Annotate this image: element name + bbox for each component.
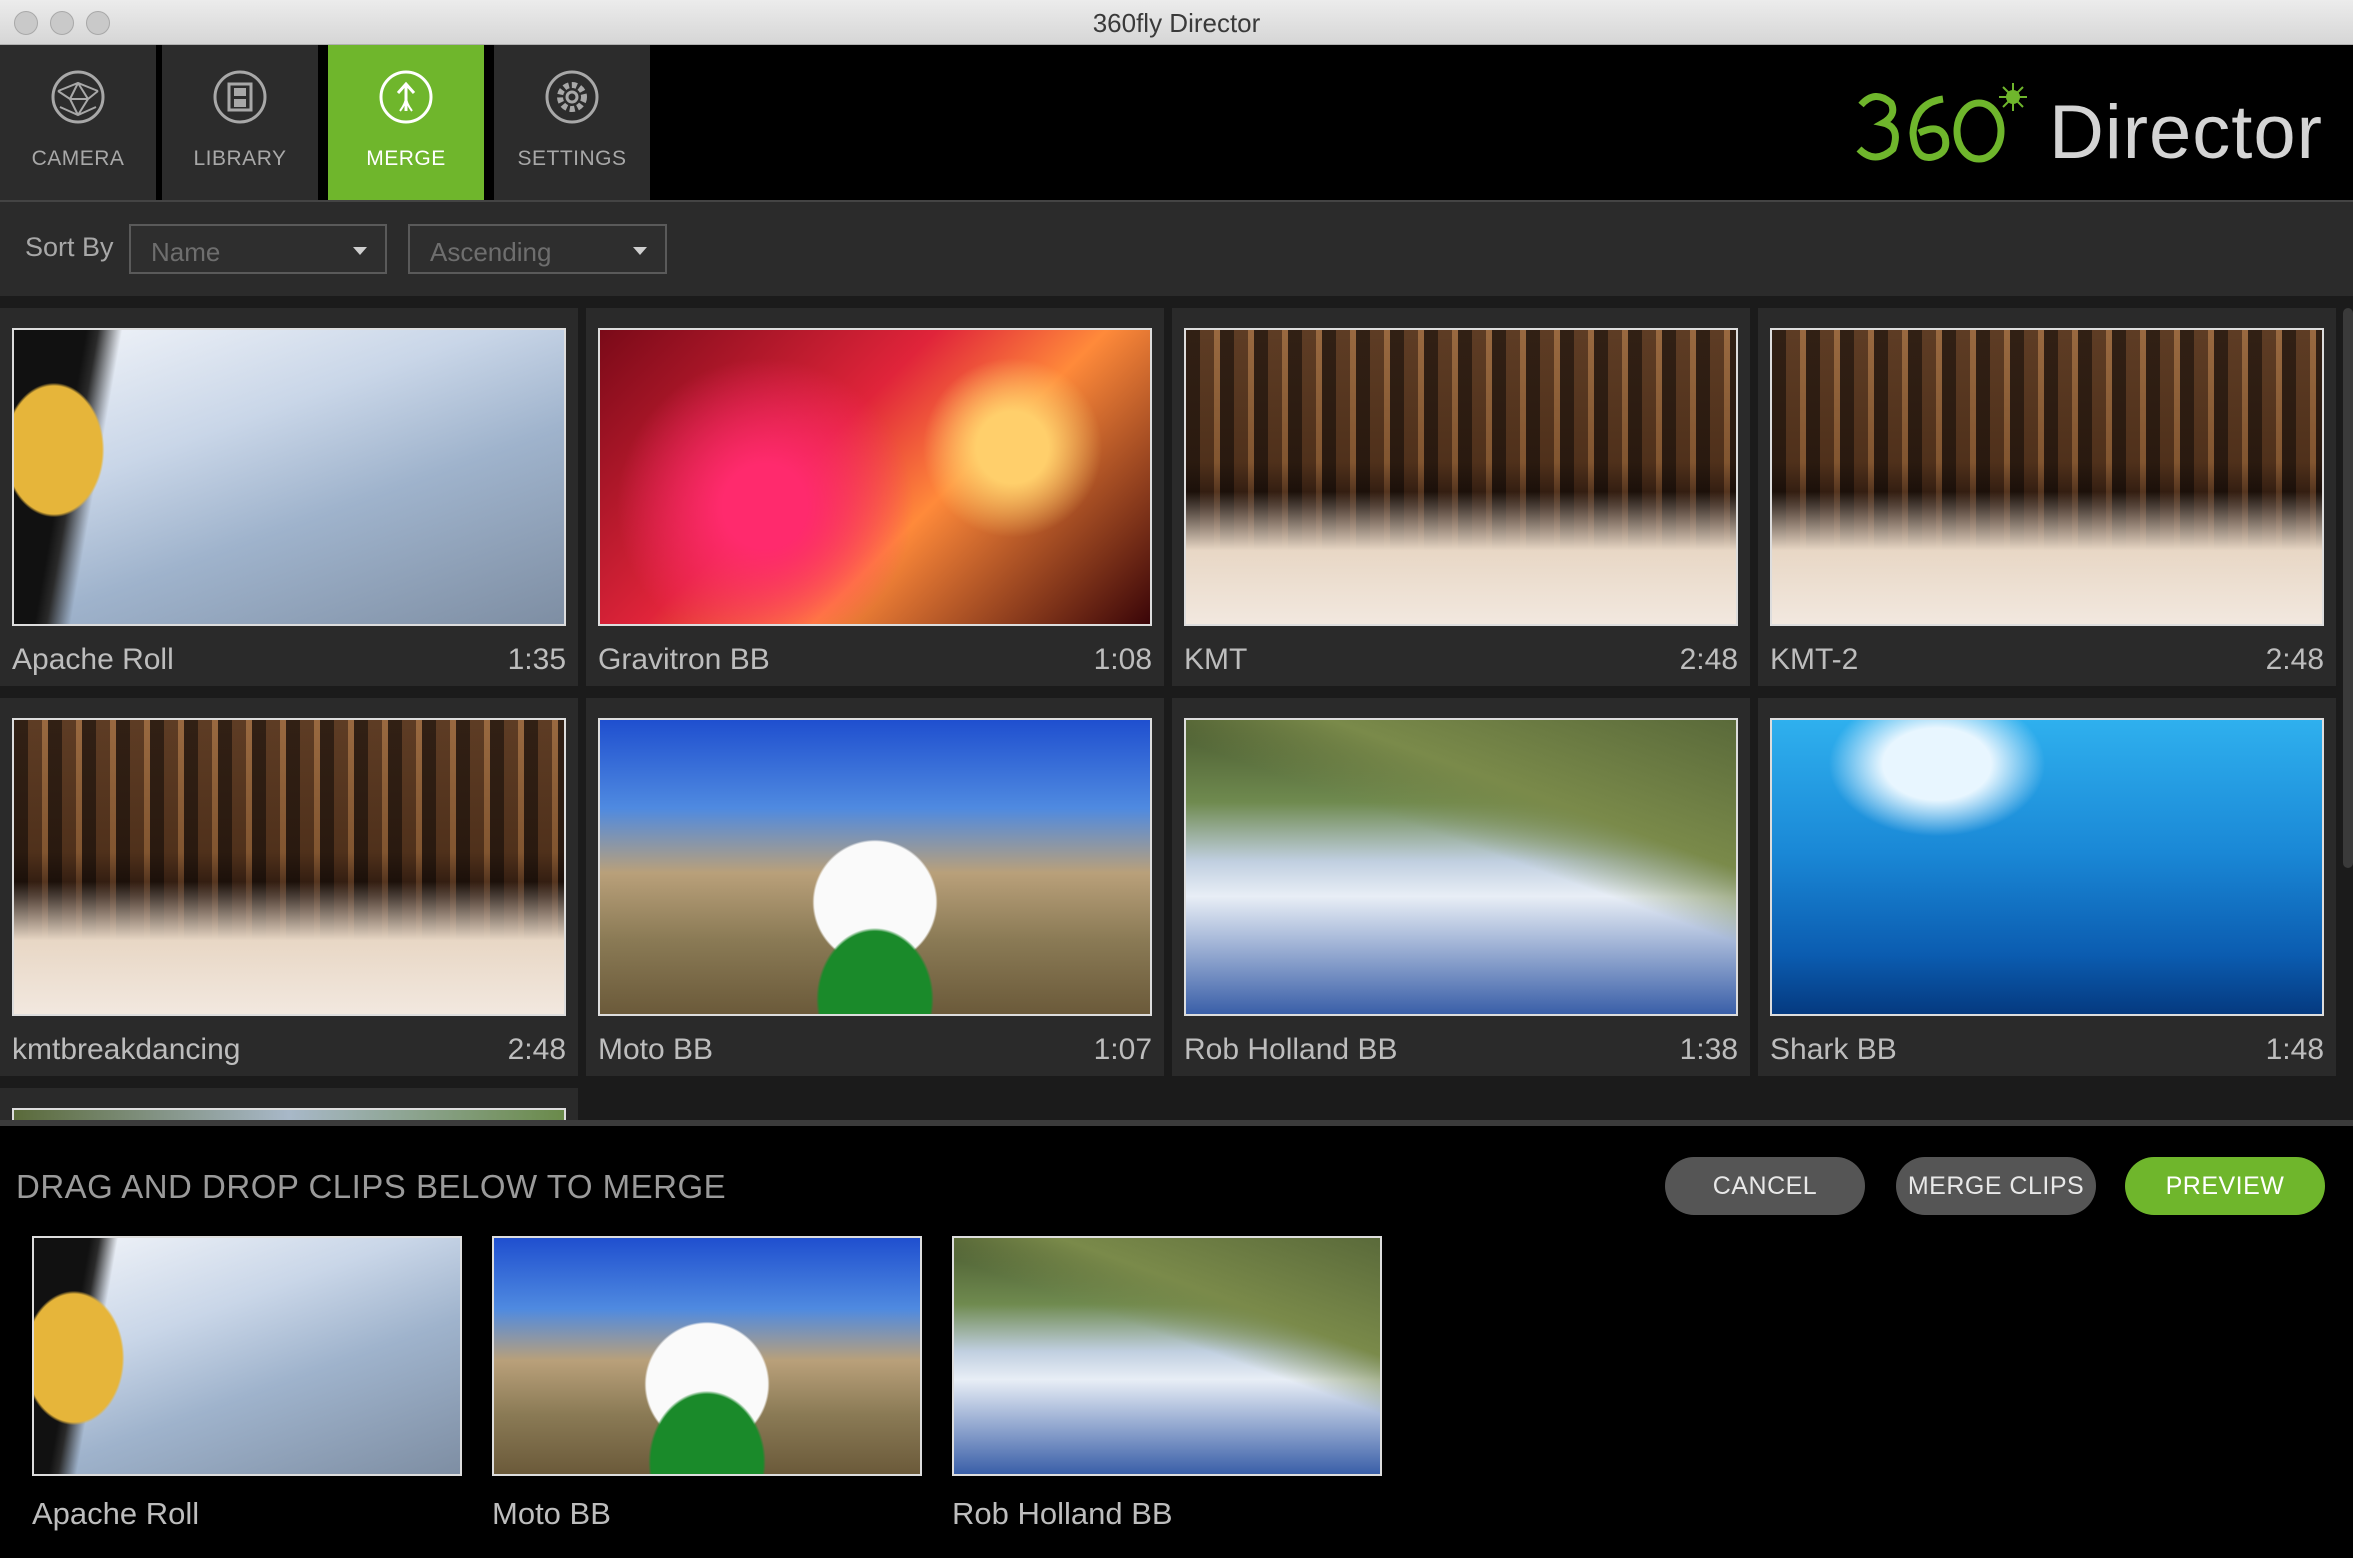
app-logo: Director xyxy=(1853,73,2323,183)
clip-card-partial[interactable] xyxy=(0,1088,578,1120)
gear-icon xyxy=(542,67,602,127)
merge-clip-thumbnail xyxy=(32,1236,462,1476)
library-scrollbar[interactable] xyxy=(2343,308,2353,868)
tab-settings[interactable]: SETTINGS xyxy=(494,45,650,200)
cancel-button[interactable]: CANCEL xyxy=(1665,1157,1865,1215)
logo-wordmark: Director xyxy=(2048,90,2323,175)
clip-name: kmtbreakdancing xyxy=(12,1033,241,1066)
clip-card[interactable]: kmtbreakdancing 2:48 xyxy=(0,698,578,1076)
clip-thumbnail xyxy=(1770,328,2324,626)
clip-name: KMT-2 xyxy=(1770,643,1859,676)
preview-button[interactable]: PREVIEW xyxy=(2125,1157,2325,1215)
clip-name: Gravitron BB xyxy=(598,643,770,676)
clip-thumbnail xyxy=(1184,718,1738,1016)
clip-thumbnail xyxy=(1184,328,1738,626)
clip-name: Moto BB xyxy=(598,1033,714,1066)
merge-clip[interactable]: Rob Holland BB xyxy=(952,1236,1382,1532)
clip-duration: 1:08 xyxy=(1093,643,1152,676)
merge-panel: DRAG AND DROP CLIPS BELOW TO MERGE CANCE… xyxy=(0,1120,2353,1558)
merge-arrow-icon xyxy=(376,67,436,127)
clip-thumbnail xyxy=(12,1108,566,1120)
tab-settings-label: SETTINGS xyxy=(517,147,627,170)
merge-clip-thumbnail xyxy=(492,1236,922,1476)
clip-name: KMT xyxy=(1184,643,1248,676)
clip-name: Shark BB xyxy=(1770,1033,1897,1066)
chevron-down-icon xyxy=(633,247,647,255)
clip-duration: 2:48 xyxy=(507,1033,566,1066)
merge-clip[interactable]: Moto BB xyxy=(492,1236,922,1532)
top-nav: CAMERA LIBRARY MERGE SETTINGS Director xyxy=(0,45,2353,200)
clip-duration: 1:07 xyxy=(1093,1033,1152,1066)
camera-globe-icon xyxy=(48,67,108,127)
tab-merge[interactable]: MERGE xyxy=(328,45,484,200)
window-title: 360fly Director xyxy=(1092,8,1261,38)
chevron-down-icon xyxy=(353,247,367,255)
sort-bar: Sort By Name Ascending xyxy=(0,200,2353,296)
merge-clip-name: Apache Roll xyxy=(32,1496,200,1531)
clip-duration: 2:48 xyxy=(1679,643,1738,676)
tab-camera-label: CAMERA xyxy=(31,147,125,170)
merge-clip-thumbnail xyxy=(952,1236,1382,1476)
tab-merge-label: MERGE xyxy=(366,147,446,170)
tab-library-label: LIBRARY xyxy=(193,147,287,170)
merge-heading: DRAG AND DROP CLIPS BELOW TO MERGE xyxy=(16,1168,727,1205)
sort-field-dropdown[interactable]: Name xyxy=(129,224,387,274)
clip-duration: 1:38 xyxy=(1679,1033,1738,1066)
360-logo-mark xyxy=(1856,83,2027,163)
tab-library[interactable]: LIBRARY xyxy=(162,45,318,200)
clip-name: Rob Holland BB xyxy=(1184,1033,1398,1066)
clip-duration: 1:35 xyxy=(507,643,566,676)
clip-thumbnail xyxy=(12,718,566,1016)
clip-duration: 2:48 xyxy=(2265,643,2324,676)
film-icon xyxy=(210,67,270,127)
clip-thumbnail xyxy=(598,718,1152,1016)
window-titlebar: 360fly Director xyxy=(0,0,2353,45)
clip-thumbnail xyxy=(598,328,1152,626)
clip-card[interactable]: KMT-2 2:48 xyxy=(1758,308,2336,686)
clip-name: Apache Roll xyxy=(12,643,174,676)
clip-card[interactable]: Apache Roll 1:35 xyxy=(0,308,578,686)
clip-duration: 1:48 xyxy=(2265,1033,2324,1066)
sort-order-value: Ascending xyxy=(430,237,552,267)
merge-clip-name: Rob Holland BB xyxy=(952,1496,1173,1531)
sort-field-value: Name xyxy=(151,237,221,267)
clip-card[interactable]: Rob Holland BB 1:38 xyxy=(1172,698,1750,1076)
merge-clip-name: Moto BB xyxy=(492,1496,611,1531)
clip-thumbnail xyxy=(1770,718,2324,1016)
sort-by-label: Sort By xyxy=(25,232,114,262)
clip-library-grid[interactable]: Apache Roll 1:35 Gravitron BB 1:08 KMT 2… xyxy=(0,296,2353,1120)
clip-card[interactable]: Shark BB 1:48 xyxy=(1758,698,2336,1076)
merge-clips-button[interactable]: MERGE CLIPS xyxy=(1896,1157,2096,1215)
tab-camera[interactable]: CAMERA xyxy=(0,45,156,200)
clip-card[interactable]: Moto BB 1:07 xyxy=(586,698,1164,1076)
clip-thumbnail xyxy=(12,328,566,626)
merge-clip[interactable]: Apache Roll xyxy=(32,1236,462,1532)
clip-card[interactable]: Gravitron BB 1:08 xyxy=(586,308,1164,686)
sort-order-dropdown[interactable]: Ascending xyxy=(408,224,667,274)
clip-card[interactable]: KMT 2:48 xyxy=(1172,308,1750,686)
